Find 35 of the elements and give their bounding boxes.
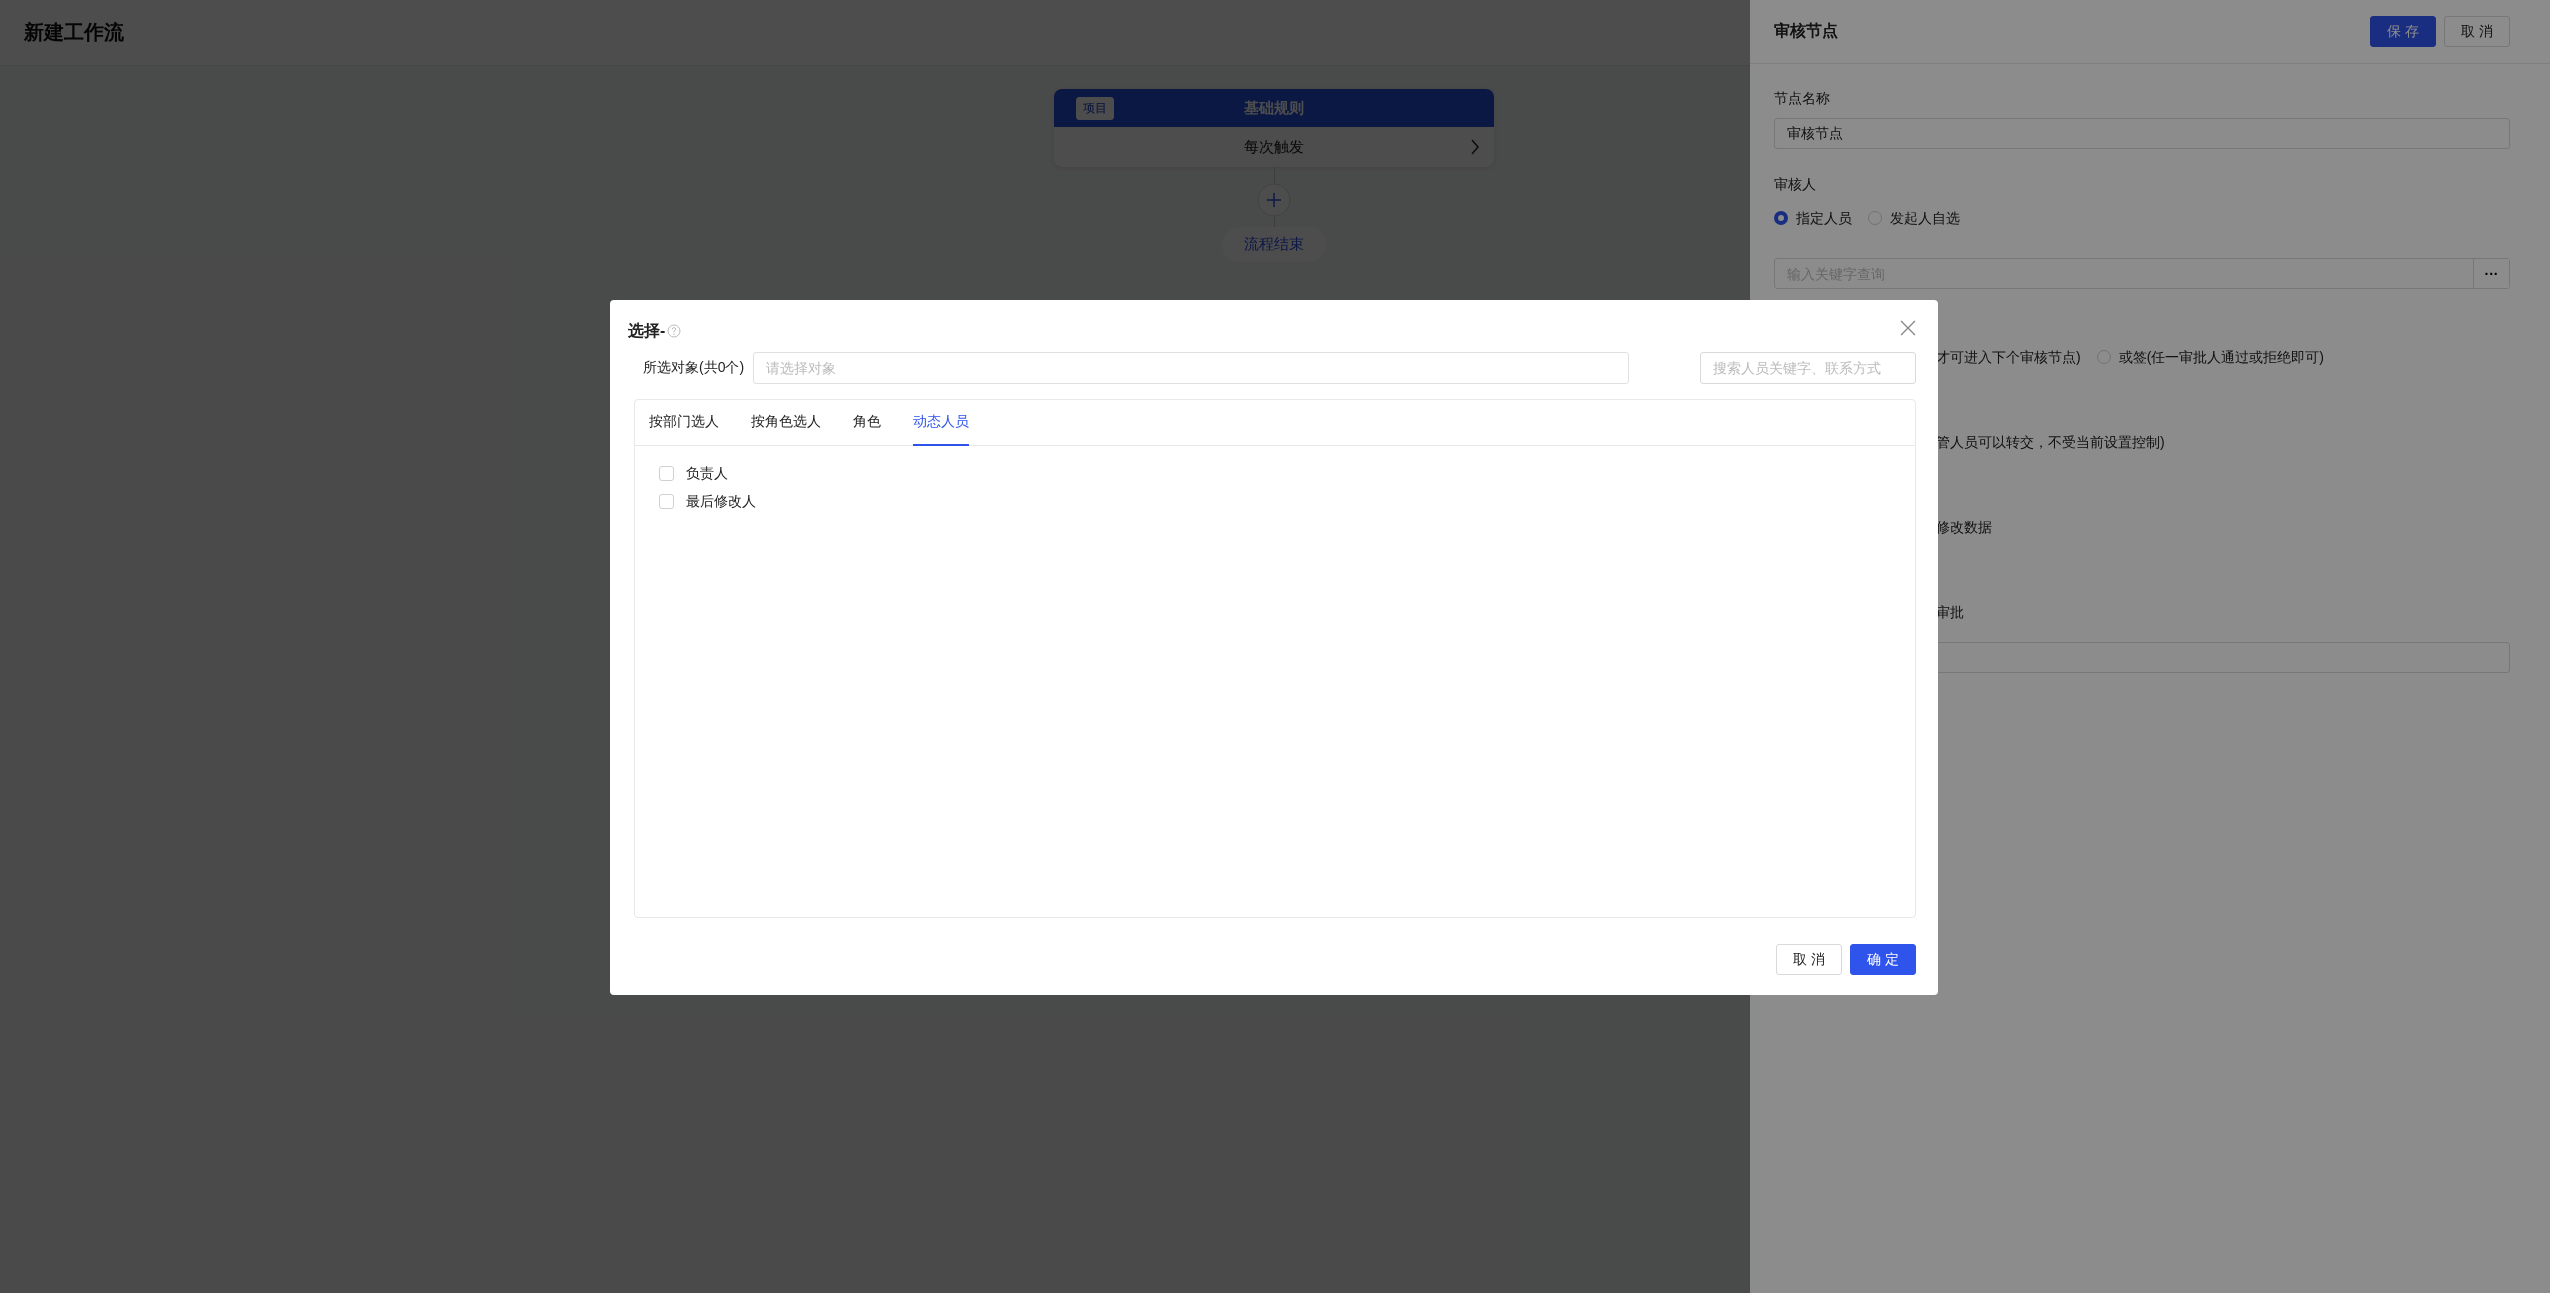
field-label: 审核人 [1774,175,1816,194]
trigger-label: 每次触发 [1244,137,1304,157]
radio-option[interactable]: 或签(任一审批人通过或拒绝即可) [2096,347,2324,367]
checkbox-option[interactable]: 负责人 [659,463,1915,483]
tab[interactable]: 角色 [853,400,881,446]
node-tag: 项目 [1076,96,1114,120]
tab[interactable]: 按角色选人 [751,400,821,446]
page-title: 新建工作流 [24,20,124,45]
help-icon[interactable] [667,324,682,338]
drawer-action-button[interactable]: 保 存 [2370,16,2437,47]
dialog-button[interactable]: 确 定 [1850,944,1916,975]
drawer-action-button[interactable]: 取 消 [2444,16,2510,47]
radio-option[interactable]: 指定人员 [1774,208,1852,228]
chevron-right-icon [1470,139,1480,155]
drawer-title: 审核节点 [1774,21,1838,41]
option-text: 才可进入下个审核节点) [1936,348,2081,367]
option-text: 审批 [1936,603,1964,622]
node-name-field[interactable]: 审核节点 [1774,118,2510,149]
more-button[interactable]: ··· [2473,259,2509,288]
input-field[interactable] [1936,642,2510,673]
field-label: 节点名称 [1774,89,1830,108]
option-text: 修改数据 [1936,518,1992,537]
node-title: 基础规则 [1244,98,1304,118]
tab[interactable]: 按部门选人 [649,400,719,446]
checkbox-option[interactable]: 最后修改人 [659,491,1915,511]
dialog-button[interactable]: 取 消 [1776,944,1843,975]
tab[interactable]: 动态人员 [913,400,969,446]
add-node-button[interactable] [1257,183,1291,217]
close-icon[interactable] [1900,320,1916,336]
flow-end-label: 流程结束 [1222,227,1326,262]
radio-option[interactable]: 发起人自选 [1868,208,1960,228]
selected-label: 所选对象(共0个) [642,359,746,377]
selected-objects-field[interactable]: 请选择对象 [753,352,1629,384]
dialog-title: 选择- [628,320,666,341]
search-field[interactable]: 搜索人员关键字、联系方式 [1700,352,1916,384]
